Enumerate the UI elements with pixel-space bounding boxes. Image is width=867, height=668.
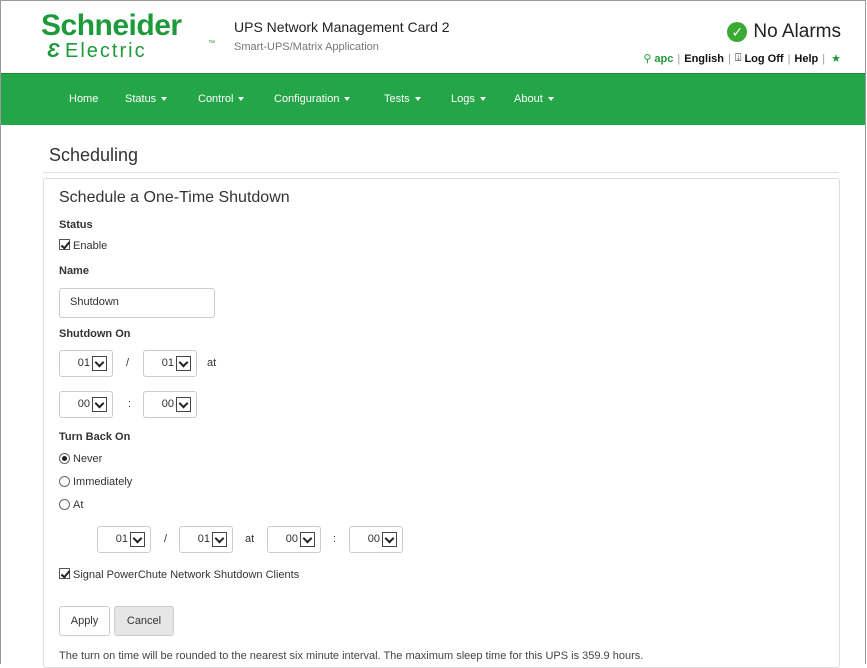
chevron-down-icon xyxy=(176,397,191,412)
shutdown-day-select[interactable]: 01 xyxy=(143,350,197,377)
alarm-status-text: No Alarms xyxy=(753,21,841,42)
nav-configuration-label: Configuration xyxy=(274,93,340,105)
trademark-icon: ™ xyxy=(208,40,215,47)
apply-button[interactable]: Apply xyxy=(59,606,110,636)
back-day-value: 01 xyxy=(197,533,210,545)
app-subtitle: Smart-UPS/Matrix Application xyxy=(234,41,379,53)
logo-brand: Schneider xyxy=(41,9,182,42)
at-radio[interactable] xyxy=(59,499,70,510)
at-label: at xyxy=(245,533,255,545)
sleep-time-note: The turn on time will be rounded to the … xyxy=(59,650,644,662)
language-link[interactable]: English xyxy=(684,53,724,65)
separator: | xyxy=(787,52,791,65)
section-title: Schedule a One-Time Shutdown xyxy=(59,189,290,206)
caret-down-icon xyxy=(344,97,351,102)
caret-down-icon xyxy=(547,97,554,102)
back-month-value: 01 xyxy=(115,533,128,545)
check-circle-icon: ✓ xyxy=(727,22,748,42)
user-icon: ⚲ xyxy=(643,53,652,65)
shutdown-hour-select[interactable]: 00 xyxy=(59,391,113,418)
never-label: Never xyxy=(73,453,103,465)
schneider-electric-logo: Schneider Ɛ Electric ™ xyxy=(41,10,221,66)
caret-down-icon xyxy=(479,97,486,102)
back-hour-value: 00 xyxy=(285,533,298,545)
utility-links: ⚲ apc | English | ⍗ Log Off | Help | ★ xyxy=(643,52,841,65)
nav-logs[interactable]: Logs xyxy=(451,93,486,105)
immediately-radio[interactable] xyxy=(59,476,70,487)
nav-configuration[interactable]: Configuration xyxy=(274,93,351,105)
at-label: at xyxy=(207,357,217,369)
chevron-down-icon xyxy=(130,532,145,547)
chevron-down-icon xyxy=(300,532,315,547)
name-label: Name xyxy=(59,265,89,277)
back-day-select[interactable]: 01 xyxy=(179,526,233,553)
chevron-down-icon xyxy=(212,532,227,547)
shutdown-minute-value: 00 xyxy=(161,398,174,410)
back-month-select[interactable]: 01 xyxy=(97,526,151,553)
nav-about[interactable]: About xyxy=(514,93,554,105)
chevron-down-icon xyxy=(92,356,107,371)
divider xyxy=(43,172,839,173)
signal-powerchute-checkbox[interactable] xyxy=(59,568,70,579)
logo-sub: Electric xyxy=(65,40,147,62)
pin-icon[interactable]: ★ xyxy=(831,52,841,65)
signal-powerchute-label: Signal PowerChute Network Shutdown Clien… xyxy=(73,569,300,581)
app-title: UPS Network Management Card 2 xyxy=(234,19,450,35)
nav-about-label: About xyxy=(514,93,543,105)
main-nav: Home Status Control Configuration Tests … xyxy=(1,73,865,125)
cancel-button[interactable]: Cancel xyxy=(114,606,174,636)
caret-down-icon xyxy=(414,97,421,102)
nav-status[interactable]: Status xyxy=(125,93,168,105)
shutdown-minute-select[interactable]: 00 xyxy=(143,391,197,418)
immediately-label: Immediately xyxy=(73,476,133,488)
nav-tests[interactable]: Tests xyxy=(384,93,421,105)
date-separator: / xyxy=(126,357,130,369)
page-title: Scheduling xyxy=(49,145,139,165)
enable-label: Enable xyxy=(73,240,108,252)
schedule-panel xyxy=(43,178,840,668)
chevron-down-icon xyxy=(176,356,191,371)
alarm-status[interactable]: ✓ No Alarms xyxy=(727,21,841,43)
time-separator: : xyxy=(333,533,337,545)
turn-back-on-label: Turn Back On xyxy=(59,431,131,443)
caret-down-icon xyxy=(161,97,168,102)
never-radio[interactable] xyxy=(59,453,70,464)
time-separator: : xyxy=(128,398,132,410)
enable-checkbox[interactable] xyxy=(59,239,70,250)
user-link[interactable]: apc xyxy=(654,53,673,65)
separator: | xyxy=(727,52,731,65)
name-input[interactable]: Shutdown xyxy=(59,288,215,318)
nav-logs-label: Logs xyxy=(451,93,475,105)
separator: | xyxy=(822,52,826,65)
chevron-down-icon xyxy=(92,397,107,412)
date-separator: / xyxy=(164,533,168,545)
logo-e-mark-icon: Ɛ xyxy=(47,40,60,62)
shutdown-hour-value: 00 xyxy=(77,398,90,410)
status-label: Status xyxy=(59,219,93,231)
shutdown-day-value: 01 xyxy=(161,357,174,369)
shutdown-month-select[interactable]: 01 xyxy=(59,350,113,377)
back-minute-select[interactable]: 00 xyxy=(349,526,403,553)
help-link[interactable]: Help xyxy=(794,53,818,65)
logoff-link[interactable]: Log Off xyxy=(744,53,783,65)
nav-home-label: Home xyxy=(69,93,99,105)
separator: | xyxy=(677,52,681,65)
shutdown-on-label: Shutdown On xyxy=(59,328,131,340)
logoff-icon: ⍗ xyxy=(734,52,742,64)
nav-control-label: Control xyxy=(198,93,234,105)
nav-status-label: Status xyxy=(125,93,157,105)
back-minute-value: 00 xyxy=(367,533,380,545)
nav-home[interactable]: Home xyxy=(69,93,98,105)
nav-control[interactable]: Control xyxy=(198,93,245,105)
header: Schneider Ɛ Electric ™ UPS Network Manag… xyxy=(1,1,865,73)
back-hour-select[interactable]: 00 xyxy=(267,526,321,553)
at-option-label: At xyxy=(73,499,84,511)
nav-tests-label: Tests xyxy=(384,93,410,105)
chevron-down-icon xyxy=(382,532,397,547)
shutdown-month-value: 01 xyxy=(77,357,90,369)
caret-down-icon xyxy=(238,97,245,102)
